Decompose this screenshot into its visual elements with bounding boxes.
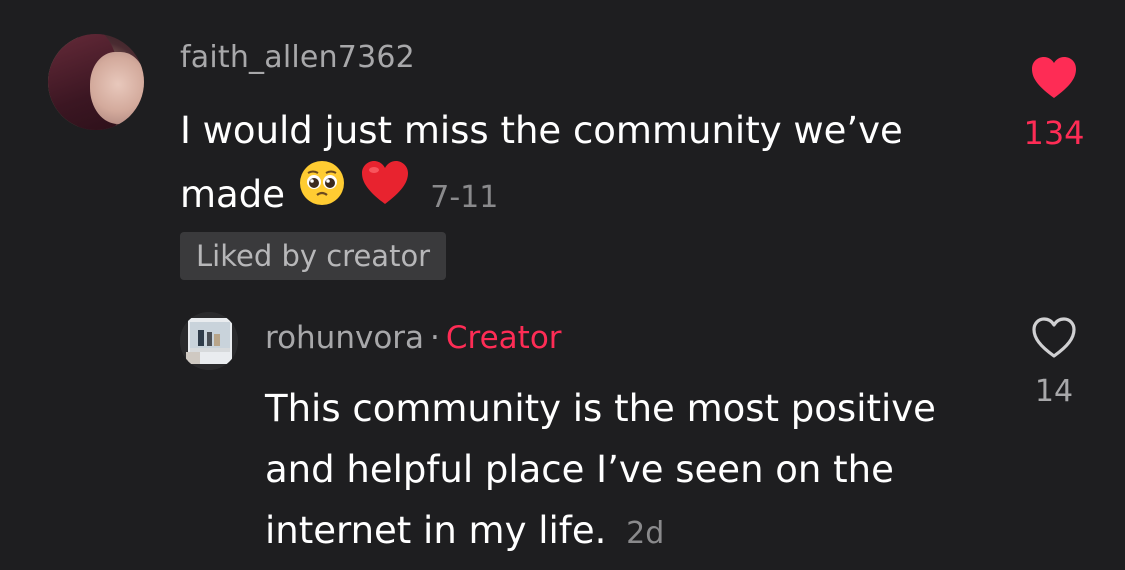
pleading-face-icon [297,158,347,227]
heart-filled-icon[interactable] [1030,57,1078,104]
reply-text: This community is the most positive and … [265,387,936,552]
avatar[interactable] [48,34,144,130]
comment-text: I would just miss the community we’ve ma… [180,109,903,216]
reply-like-control[interactable]: 14 [1010,316,1098,409]
reply-like-count: 14 [1034,374,1074,409]
reply-username[interactable]: rohunvora [265,320,424,356]
reply-avatar[interactable] [180,312,238,370]
comment-text-block: I would just miss the community we’ve ma… [180,100,960,231]
comment-timestamp: 7-11 [430,180,499,215]
heart-outline-icon[interactable] [1030,317,1078,364]
red-heart-icon [359,158,411,227]
separator-dot: · [430,320,440,356]
comment-like-control[interactable]: 134 [1010,56,1098,152]
creator-label: Creator [445,320,562,356]
comments-screen: faith_allen7362 I would just miss the co… [0,0,1125,570]
reply-text-block: This community is the most positive and … [265,378,1005,564]
comment-like-count: 134 [1023,114,1085,152]
reply-username-line: rohunvora · Creator [265,320,562,356]
reply-timestamp: 2d [626,516,665,551]
liked-by-creator-badge: Liked by creator [180,232,447,280]
comment-username[interactable]: faith_allen7362 [180,40,415,75]
